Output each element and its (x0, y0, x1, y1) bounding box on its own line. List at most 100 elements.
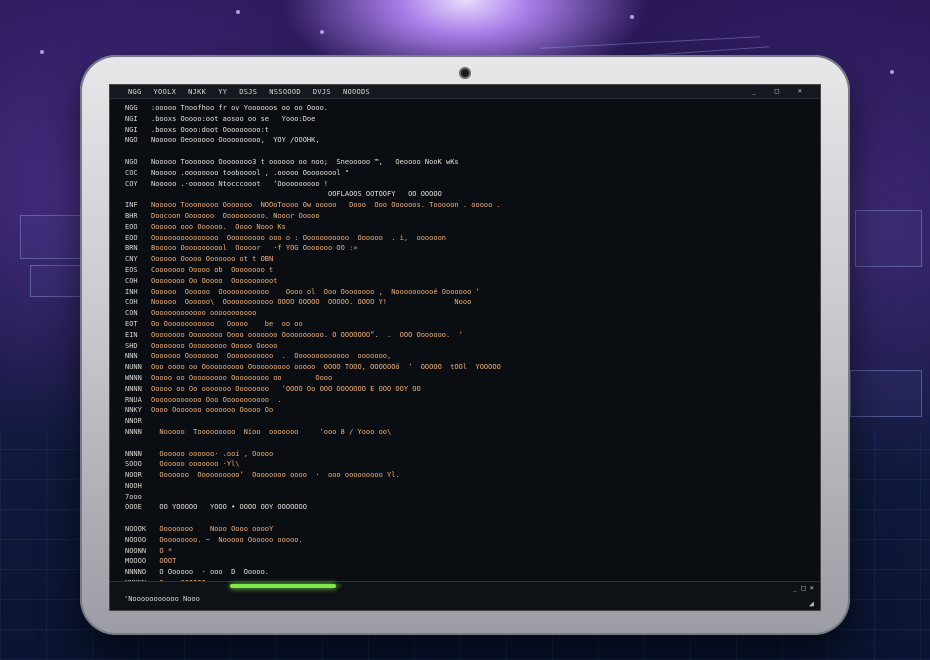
terminal-line: BHR Doocoon Ooooooo Oooooooooo. Nooor Ooo… (110, 211, 820, 222)
menu-item[interactable]: YOOLX (154, 88, 177, 96)
terminal-line: NNOR (110, 416, 820, 427)
line-text: Oooooooooooo Ooo Ooooooooooo . (151, 395, 282, 404)
terminal-line: COC Nooooo .oooooooo toobooool , .ooooo O… (110, 168, 820, 179)
terminal-line: RNUA Oooooooooooo Ooo Ooooooooooo . (110, 395, 820, 406)
terminal-line: NGI .booxs Ooooo:oot aosoo oo se Yooo:Doe (110, 114, 820, 125)
background-dot (236, 10, 240, 14)
line-text: Nooooo Tooonoooo Ooooooo NOOoToooo Ow oo… (151, 201, 501, 210)
terminal-line: NGO Nooooo Tooooooo Oooooooo3 t oooooo oo… (110, 157, 820, 168)
menu-bar: NGG YOOLX NJKK YY DSJS NSSOOOD DVJS NOOODS _ □ × (110, 85, 820, 99)
terminal-line: BRN Booooo Ooooooooool Ooooor ·f YOG Oooo… (110, 243, 820, 254)
line-text: O * (151, 546, 173, 555)
terminal-line: OOFLAOOS OOTOOFY OO OOOOO (110, 189, 820, 200)
line-text: OOFLAOOS OOTOOFY OO OOOOO (151, 190, 442, 199)
progress-fill (230, 584, 337, 588)
line-text: Oooo Ooooooo ooooooo Ooooo Oo (151, 406, 274, 415)
terminal-line: EIN Oooooooo Oooooooo Oooo ooooooo Oooooo… (110, 330, 820, 341)
line-text: Ooooooo Oooooooo Ooooooooooo . Ooooooooo… (151, 352, 392, 361)
line-text: Ooooo oo Oo ooooooo Oooooooo ‘OOOO Oo OO… (151, 384, 421, 393)
screen: NGG YOOLX NJKK YY DSJS NSSOOOD DVJS NOOODS _ □ × N… (110, 85, 820, 610)
terminal-line: NOOH (110, 481, 820, 492)
terminal-line: NNNN Ooooo oo Oo ooooooo Oooooooo ‘OOOO O… (110, 384, 820, 395)
terminal-line: CON Ooooooooooooo ooooooooooo (110, 308, 820, 319)
terminal-line: NGG:ooooo Tnoofhoo fr ov Yoooooos oo oo … (110, 103, 820, 114)
menu-item[interactable]: NOOODS (343, 88, 370, 96)
line-text: Ooo oooo oo Oooooooooo Oooooooooo ooooo … (151, 363, 501, 372)
terminal-line: INF Nooooo Tooonoooo Ooooooo NOOoToooo Ow… (110, 200, 820, 211)
resize-grip-icon[interactable]: ◢ (809, 600, 817, 608)
menu-item[interactable]: NSSOOOD (269, 88, 301, 96)
line-text: OO YOOOOO YOOO • OOOO OOY OOOOOOO (151, 503, 307, 512)
terminal-line: CNY Oooooo Ooooo Ooooooo ot t OBN (110, 254, 820, 265)
status-bar: 'Nooooooooooo Nooo _ □ × ◢ (110, 581, 820, 610)
terminal-line: NNKY Oooo Ooooooo ooooooo Ooooo Oo (110, 405, 820, 416)
line-text: Oo Oooooooooooo Ooooo be oo oo (151, 319, 303, 328)
menu-item[interactable]: NGG (128, 88, 142, 96)
line-text: Oooooo oooooo· .ooi , Ooooo (151, 449, 274, 458)
background-dot (320, 30, 324, 34)
line-text: O Oooooo · ooo D Ooooo. (151, 568, 270, 577)
line-text: Oooooooooooooooo Ooooooooo ooo o : Ooooo… (151, 233, 447, 242)
terminal-line: WNNN Ooooo oo Ooooooooo Ooooooooo oo Oooo (110, 373, 820, 384)
progress-bar (230, 584, 342, 588)
terminal-line: NOOR Ooooooo Oooooooooo’ Oooooooo oooo ·… (110, 470, 820, 481)
minimize-icon[interactable]: _ (750, 87, 758, 95)
terminal-line: NGI .booxs Oooo:doot Ooooooooo:t (110, 125, 820, 136)
line-text: Nooooo Oooooo\ Oooooooooooo OOOO OOOOO O… (151, 298, 472, 307)
line-text: Ooooooo Oooooooooo’ Oooooooo oooo · ooo … (151, 471, 400, 480)
tablet-device: NGG YOOLX NJKK YY DSJS NSSOOOD DVJS NOOODS _ □ × N… (80, 55, 850, 635)
menu-item[interactable]: NJKK (188, 88, 206, 96)
line-prefix: 7ooo (125, 492, 142, 501)
terminal-line: EOS Cooooooo Ooooo ob Oooooooo t (110, 265, 820, 276)
terminal-line: SOOO Oooooo ooooooo ·Yl\ (110, 459, 820, 470)
line-text: Oooooooo Oo Ooooo Oooooooooot (151, 276, 278, 285)
line-text: Oooooooo Ooooooooo Ooooo Ooooo (151, 341, 278, 350)
status-text: 'Nooooooooooo Nooo (124, 595, 200, 603)
terminal-line: NNN Ooooooo Oooooooo Ooooooooooo . Oooooo… (110, 351, 820, 362)
line-prefix: NNOR (125, 417, 142, 426)
line-text: Oooooo ooooooo ·Yl\ (151, 460, 240, 469)
line-text: Oooooo Oooooo Oooooooooooo Oooo ol Ooo O… (151, 287, 480, 296)
line-text: .booxs Oooo:doot Ooooooooo:t (151, 125, 270, 134)
terminal-line: NNNN Nooooo Tooooooooo Nioo ooooooo ‘ooo… (110, 427, 820, 438)
line-text: Nooooo .oooooooo toobooool , .ooooo Oooo… (151, 168, 350, 177)
terminal-output[interactable]: NGG:ooooo Tnoofhoo fr ov Yoooooos oo oo … (110, 101, 820, 598)
background-panel (30, 265, 87, 297)
line-text: Booooo Ooooooooool Ooooor ·f YOG Ooooooo… (151, 244, 358, 253)
terminal-line: NOONN O * (110, 546, 820, 557)
terminal-line: NNNN Oooooo oooooo· .ooi , Ooooo (110, 449, 820, 460)
line-text: Oooooo ooo Oooooo. Oooo Nooo Ks (151, 222, 286, 231)
maximize-icon[interactable]: □ (773, 87, 781, 95)
menu-item[interactable]: DSJS (239, 88, 257, 96)
terminal-line: 7ooo (110, 492, 820, 503)
line-text: OOOT (151, 557, 177, 566)
close-icon[interactable]: × (796, 87, 804, 95)
line-text: Nooooo .·oooooo Ntocccooot ‘Oooooooooo ! (151, 179, 329, 188)
line-text: Ooooo oo Ooooooooo Ooooooooo oo Oooo (151, 373, 333, 382)
background-dot (630, 15, 634, 19)
menu-item[interactable]: DVJS (313, 88, 331, 96)
background-panel (855, 210, 922, 267)
terminal-line: EOO Oooooo ooo Oooooo. Oooo Nooo Ks (110, 222, 820, 233)
camera-icon (461, 69, 469, 77)
line-text: Oooooooo Nooo Oooo ooooY (151, 525, 274, 534)
terminal-line: NOOOO Ooooooooo. ~ Nooooo Oooooo ooooo. (110, 535, 820, 546)
terminal-line: EOT Oo Oooooooooooo Ooooo be oo oo (110, 319, 820, 330)
background-panel (850, 370, 922, 417)
terminal-line: COY Nooooo .·oooooo Ntocccooot ‘Ooooooooo… (110, 179, 820, 190)
terminal-line: EOO Oooooooooooooooo Ooooooooo ooo o : Oo… (110, 233, 820, 244)
line-text: Oooooooo Oooooooo Oooo ooooooo Ooooooooo… (151, 330, 463, 339)
status-controls[interactable]: _ □ × (793, 584, 814, 592)
terminal-line: NNNNO O Oooooo · ooo D Ooooo. (110, 567, 820, 578)
line-text: Nooooo Tooooooo Oooooooo3 t oooooo oo no… (151, 157, 459, 166)
terminal-line: COH Oooooooo Oo Ooooo Oooooooooot (110, 276, 820, 287)
line-text: Ooooooooooooo ooooooooooo (151, 309, 257, 318)
line-text: .booxs Ooooo:oot aosoo oo se Yooo:Doe (151, 114, 316, 123)
terminal-line: NOOOK Oooooooo Nooo Oooo ooooY (110, 524, 820, 535)
background-dot (890, 70, 894, 74)
line-prefix: NOOH (125, 481, 142, 490)
menu-item[interactable]: YY (218, 88, 227, 96)
